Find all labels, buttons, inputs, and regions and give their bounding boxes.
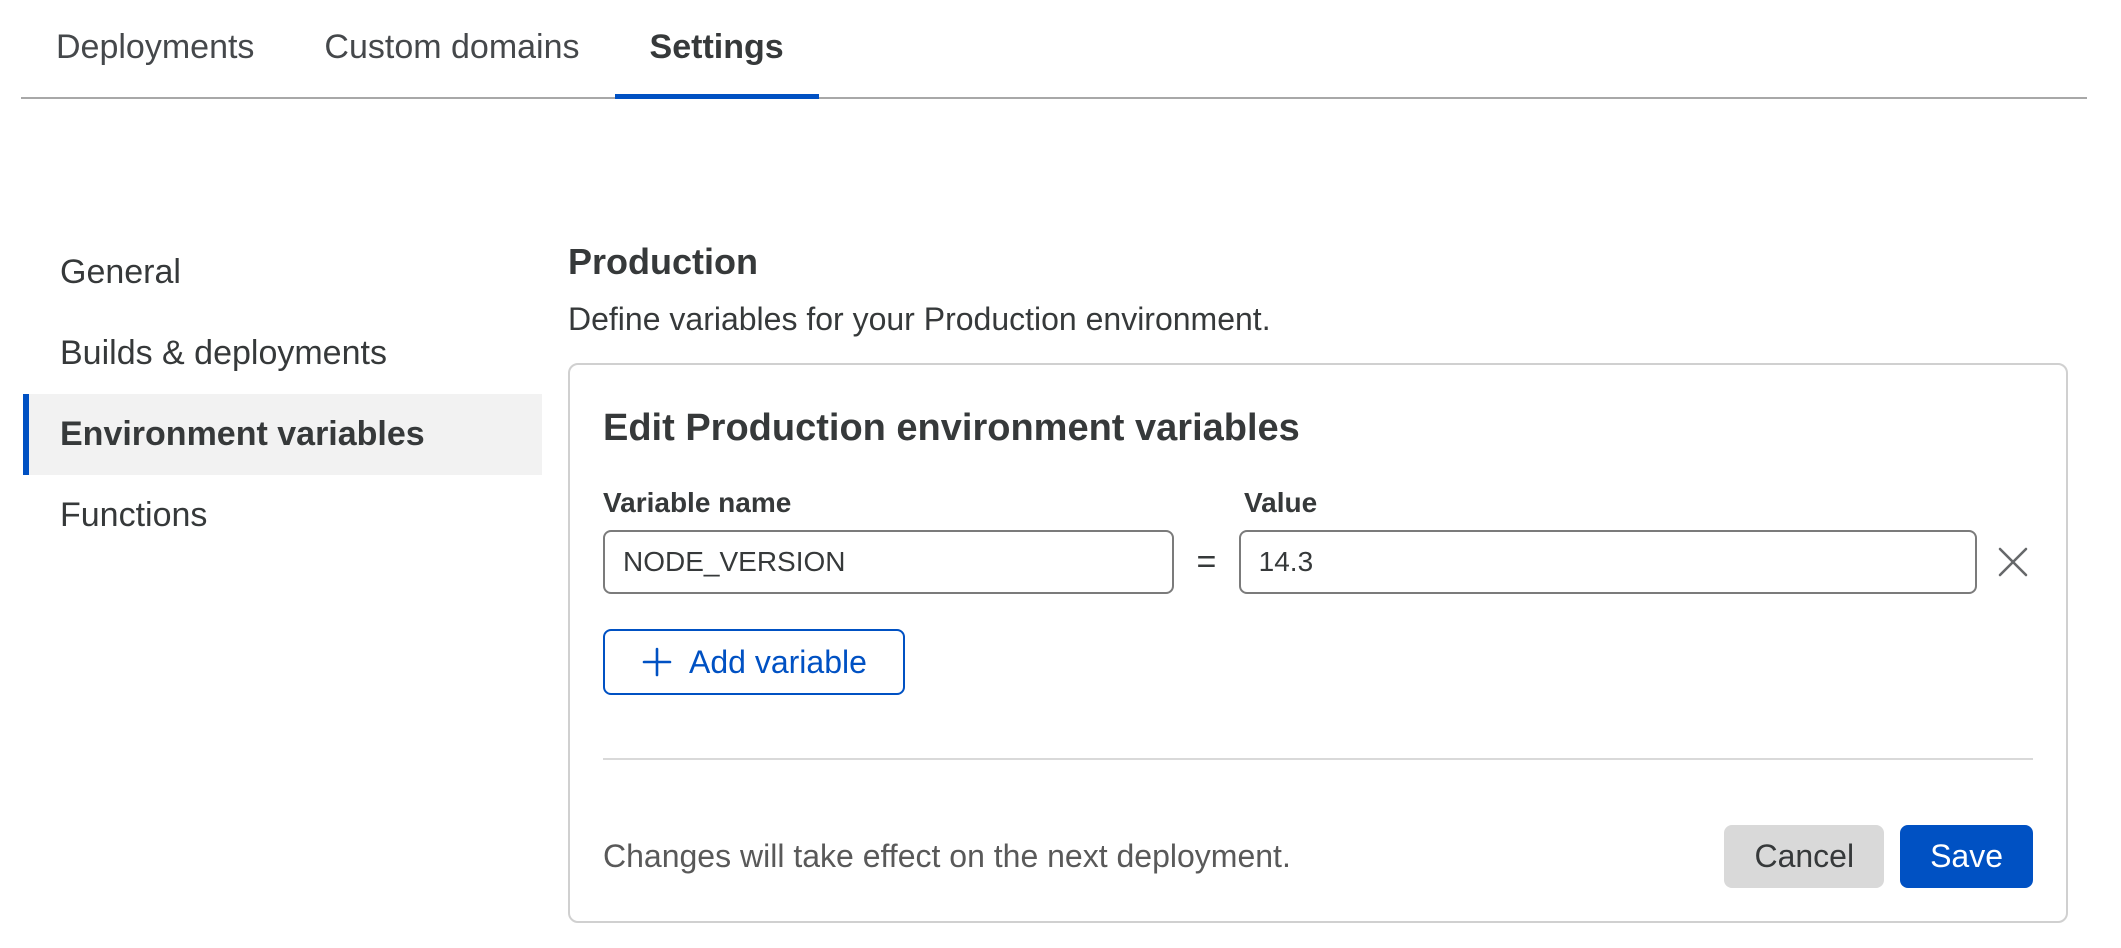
section-description: Define variables for your Production env…: [568, 301, 2068, 337]
sidebar-item-functions[interactable]: Functions: [23, 475, 542, 556]
tab-custom-domains[interactable]: Custom domains: [289, 0, 614, 99]
settings-content: General Builds & deployments Environment…: [0, 232, 2121, 923]
save-button[interactable]: Save: [1900, 825, 2033, 888]
card-footer: Changes will take effect on the next dep…: [603, 825, 2033, 888]
sidebar-item-builds-deployments[interactable]: Builds & deployments: [23, 313, 542, 394]
tab-deployments[interactable]: Deployments: [21, 0, 289, 99]
variable-value-input[interactable]: [1239, 530, 1978, 594]
settings-sidebar: General Builds & deployments Environment…: [23, 232, 542, 923]
tab-settings[interactable]: Settings: [615, 0, 819, 99]
remove-variable-button[interactable]: [1993, 542, 2033, 582]
card-title: Edit Production environment variables: [603, 405, 2033, 451]
equals-sign: =: [1174, 543, 1238, 582]
value-label: Value: [1244, 487, 1317, 519]
variable-name-label: Variable name: [603, 487, 1244, 519]
tab-bar: Deployments Custom domains Settings: [21, 0, 2087, 99]
footer-actions: Cancel Save: [1724, 825, 2033, 888]
cancel-button[interactable]: Cancel: [1724, 825, 1884, 888]
page-title: Production: [568, 242, 2068, 282]
plus-icon: [641, 646, 673, 678]
add-variable-button[interactable]: Add variable: [603, 629, 905, 695]
env-vars-card: Edit Production environment variables Va…: [568, 363, 2068, 923]
field-labels-row: Variable name Value: [603, 487, 2033, 519]
variable-name-input[interactable]: [603, 530, 1174, 594]
close-icon: [1996, 545, 2030, 579]
card-divider: [603, 758, 2033, 760]
deployment-note: Changes will take effect on the next dep…: [603, 838, 1291, 875]
environment-variables-panel: Production Define variables for your Pro…: [568, 232, 2068, 923]
add-variable-label: Add variable: [689, 644, 867, 681]
sidebar-item-general[interactable]: General: [23, 232, 542, 313]
sidebar-item-environment-variables[interactable]: Environment variables: [23, 394, 542, 475]
variable-row: =: [603, 530, 2033, 594]
